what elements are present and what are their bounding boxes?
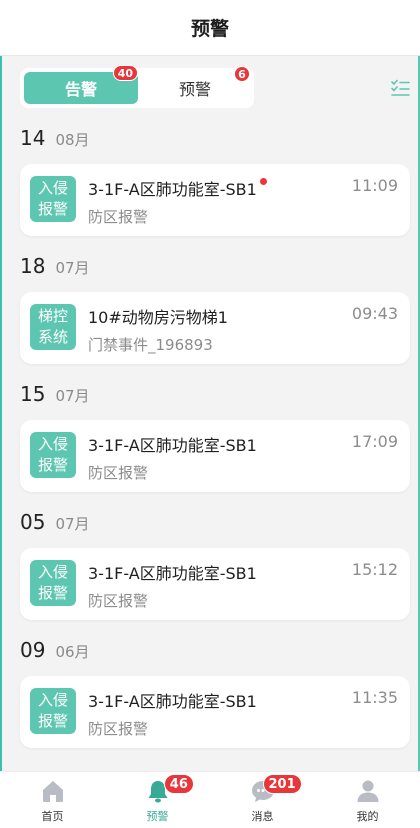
alarm-card[interactable]: 入侵 报警 3-1F-A区肺功能室-SB1 防区报警 11:09 — [20, 164, 410, 236]
date-heading: 18 07月 — [20, 254, 90, 278]
event-description: 防区报警 — [88, 592, 149, 610]
date-day: 09 — [20, 638, 46, 662]
device-name-text: 3-1F-A区肺功能室-SB1 — [88, 564, 257, 583]
device-name: 3-1F-A区肺功能室-SB1 — [88, 560, 257, 584]
date-month: 07月 — [55, 515, 90, 533]
device-name: 10#动物房污物梯1 — [88, 304, 228, 328]
tabbar-item-warning[interactable]: 46 预警 — [105, 772, 210, 828]
date-heading: 05 07月 — [20, 510, 90, 534]
event-description: 门禁事件_196893 — [88, 336, 213, 354]
category-line1: 入侵 — [37, 691, 68, 709]
category-badge: 入侵 报警 — [30, 432, 76, 478]
date-day: 15 — [20, 382, 46, 406]
date-heading: 15 07月 — [20, 382, 90, 406]
device-name: 3-1F-A区肺功能室-SB1 — [88, 176, 267, 200]
device-name: 3-1F-A区肺功能室-SB1 — [88, 432, 257, 456]
top-header: 预警 — [0, 0, 420, 56]
tabbar-item-home[interactable]: 首页 — [0, 772, 105, 828]
tab-alarm-label: 告警 — [64, 80, 97, 99]
event-description: 防区报警 — [88, 464, 149, 482]
tabbar-label: 我的 — [356, 810, 379, 823]
event-time: 17:09 — [351, 432, 398, 451]
category-line1: 入侵 — [37, 435, 68, 453]
segment-tabs: 告警 40 预警 6 — [20, 65, 254, 108]
event-time: 09:43 — [351, 304, 398, 323]
alarm-card[interactable]: 入侵 报警 3-1F-A区肺功能室-SB1 防区报警 15:12 — [20, 548, 410, 620]
tabbar-item-messages[interactable]: 201 消息 — [210, 772, 315, 828]
unread-dot — [259, 178, 267, 185]
tab-warning-label: 预警 — [178, 80, 211, 99]
event-time: 15:12 — [351, 560, 398, 579]
alarm-card[interactable]: 入侵 报警 3-1F-A区肺功能室-SB1 防区报警 11:35 — [20, 676, 410, 748]
frame-edge-left — [0, 0, 2, 828]
alarm-card[interactable]: 入侵 报警 3-1F-A区肺功能室-SB1 防区报警 17:09 — [20, 420, 410, 492]
tabbar-badge: 46 — [163, 774, 194, 794]
tab-alarm-badge: 40 — [112, 65, 138, 81]
event-description: 防区报警 — [88, 208, 149, 226]
tabbar-label: 预警 — [146, 810, 169, 823]
alarm-card[interactable]: 梯控 系统 10#动物房污物梯1 门禁事件_196893 09:43 — [20, 292, 410, 364]
category-line2: 报警 — [37, 200, 68, 218]
bottom-tabbar: 首页 46 预警 201 消息 我的 — [0, 771, 420, 828]
device-name-text: 3-1F-A区肺功能室-SB1 — [88, 692, 257, 711]
page-title: 预警 — [190, 18, 229, 40]
home-icon — [42, 781, 63, 802]
list-check-icon[interactable] — [390, 78, 410, 98]
category-line1: 入侵 — [37, 563, 68, 581]
tabbar-label: 消息 — [251, 810, 274, 823]
date-month: 07月 — [55, 387, 90, 405]
tab-alarm[interactable]: 告警 40 — [24, 65, 138, 104]
date-day: 18 — [20, 254, 46, 278]
category-badge: 入侵 报警 — [30, 176, 76, 222]
category-line2: 报警 — [37, 712, 68, 730]
category-line2: 报警 — [37, 584, 68, 602]
category-line1: 梯控 — [37, 307, 68, 325]
category-line2: 系统 — [37, 328, 68, 346]
event-description: 防区报警 — [88, 720, 149, 738]
tab-warning[interactable]: 预警 6 — [138, 66, 252, 104]
category-badge: 入侵 报警 — [30, 560, 76, 606]
device-name: 3-1F-A区肺功能室-SB1 — [88, 688, 257, 712]
tabbar-item-me[interactable]: 我的 — [315, 772, 420, 828]
category-badge: 梯控 系统 — [30, 304, 76, 350]
date-day: 05 — [20, 510, 46, 534]
device-name-text: 3-1F-A区肺功能室-SB1 — [88, 180, 257, 199]
date-heading: 14 08月 — [20, 126, 90, 150]
date-heading: 09 06月 — [20, 638, 90, 662]
tab-warning-badge: 6 — [234, 66, 250, 82]
category-line2: 报警 — [37, 456, 68, 474]
device-name-text: 10#动物房污物梯1 — [88, 308, 228, 327]
category-badge: 入侵 报警 — [30, 688, 76, 734]
tabbar-label: 首页 — [41, 810, 64, 823]
user-icon — [357, 780, 378, 802]
event-time: 11:35 — [351, 688, 398, 707]
date-month: 08月 — [55, 131, 90, 149]
device-name-text: 3-1F-A区肺功能室-SB1 — [88, 436, 257, 455]
tabbar-badge: 201 — [262, 774, 302, 794]
date-day: 14 — [20, 126, 46, 150]
category-line1: 入侵 — [37, 179, 68, 197]
date-month: 06月 — [55, 643, 90, 661]
event-time: 11:09 — [351, 176, 398, 195]
date-month: 07月 — [55, 259, 90, 277]
